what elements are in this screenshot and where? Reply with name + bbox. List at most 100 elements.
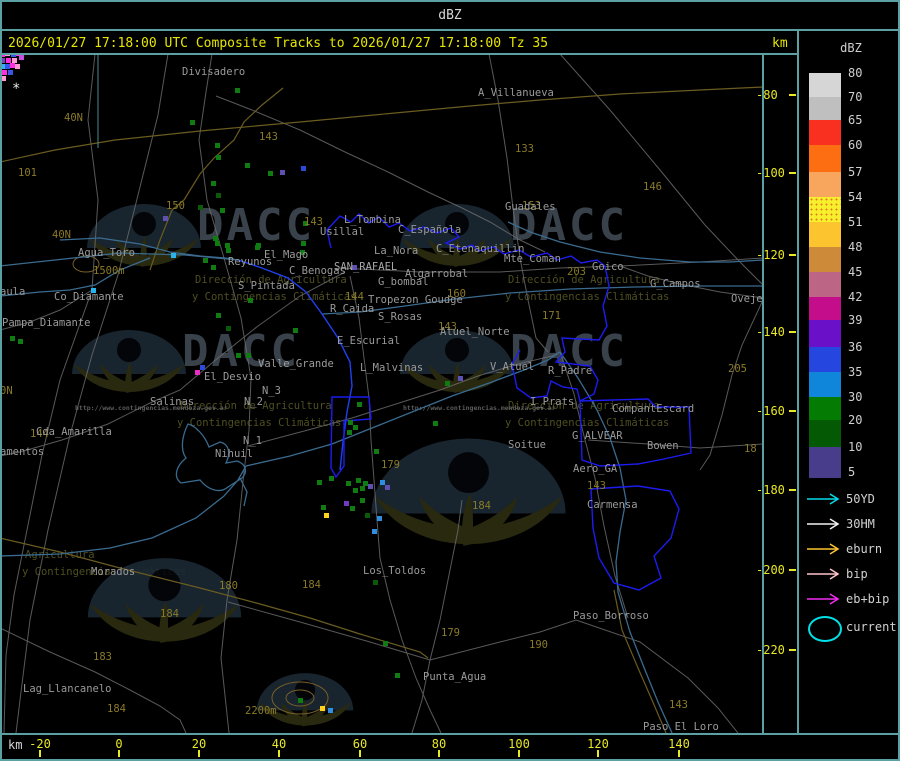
place-label: Reyunos [228, 256, 273, 268]
right-axis-tick-label: -180 [756, 483, 785, 497]
road-number-label: 184 [302, 579, 321, 591]
bottom-axis-tick-label: 20 [191, 737, 207, 751]
road-number-label: 144 [345, 291, 364, 303]
place-label: N_1 [243, 435, 262, 447]
scale-value-label: 70 [848, 90, 863, 104]
place-label: Lag_Llancanelo [23, 683, 112, 695]
radar-echo [377, 516, 382, 521]
radar-site-marker: * [12, 81, 21, 97]
radar-echo [433, 421, 438, 426]
scale-value-label: 36 [848, 340, 863, 354]
road-number-label: 133 [515, 143, 534, 155]
bottom-axis-tick [518, 750, 520, 757]
current-cell-ellipse-icon [808, 616, 842, 642]
bottom-axis-tick-label: 100 [508, 737, 530, 751]
scale-block [809, 97, 841, 120]
radar-echo [236, 353, 241, 358]
right-axis-tick-label: -120 [756, 248, 785, 262]
scale-block [809, 145, 841, 172]
bottom-axis-tick [198, 750, 200, 757]
scale-block [809, 297, 841, 320]
header-separator [0, 53, 797, 55]
radar-echo [15, 64, 20, 69]
radar-echo [203, 258, 208, 263]
road-number-label: 101 [18, 167, 37, 179]
radar-echo [216, 193, 221, 198]
right-axis-tick-label: -200 [756, 563, 785, 577]
place-label: Nihuil [215, 448, 253, 460]
right-axis-tick [789, 331, 796, 333]
track-arrow-icon [806, 543, 844, 555]
road-number-label: 18 [744, 443, 757, 455]
right-axis-tick-label: -100 [756, 166, 785, 180]
radar-echo [255, 245, 260, 250]
radar-echo [317, 480, 322, 485]
bottom-axis-tick-label: 60 [352, 737, 368, 751]
road-number-label: 146 [643, 181, 662, 193]
road-number-label: 0N [2, 385, 13, 397]
road-number-label: 184 [160, 608, 179, 620]
place-label: Los_Toldos [363, 565, 427, 577]
road-number-label: 40N [52, 229, 71, 241]
place-label: Agua_Toro [78, 247, 135, 259]
legend-item-label: bip [846, 567, 868, 581]
bottom-axis-tick-label: 80 [431, 737, 447, 751]
radar-echo [198, 205, 203, 210]
scale-value-label: 57 [848, 165, 863, 179]
place-label: G_ALVEAR [572, 430, 623, 442]
bottom-axis-tick-label: 0 [115, 737, 123, 751]
road-number-label: 150 [166, 200, 185, 212]
right-axis-tick-label: -80 [756, 88, 778, 102]
radar-echo [328, 708, 333, 713]
bottom-axis-tick-label: -20 [29, 737, 51, 751]
radar-echo [360, 486, 365, 491]
place-label: C_Española [398, 224, 462, 236]
panel-divider [797, 30, 799, 733]
place-label: Co_Diamante [54, 291, 124, 303]
bottom-axis-unit: km [8, 738, 23, 752]
bottom-axis-tick-label: 40 [271, 737, 287, 751]
place-label: Valle_Grande [258, 358, 334, 370]
place-label: Salinas [150, 396, 195, 408]
road-number-label: 184 [472, 500, 491, 512]
place-label: L_Tombina [344, 214, 401, 226]
place-label: Atuel_Norte [440, 326, 510, 338]
legend-item-label: current [846, 620, 897, 634]
place-label: R_Caida [330, 303, 375, 315]
road-number-label: 143 [587, 480, 606, 492]
road-number-label: 183 [93, 651, 112, 663]
right-axis-tick [789, 649, 796, 651]
road-number-label: 205 [728, 363, 747, 375]
radar-echo [19, 55, 24, 60]
radar-echo [353, 425, 358, 430]
place-label: El_Desvio [204, 371, 261, 383]
place-label: Mte_Coman [504, 253, 561, 265]
map-canvas[interactable]: DACC Dirección de Agricultura y Contingenc… [2, 54, 763, 733]
road-network-gray [2, 54, 763, 733]
place-label: Soitue [508, 439, 546, 451]
scale-value-label: 20 [848, 413, 863, 427]
track-arrow-icon [806, 518, 844, 530]
radar-echo [280, 170, 285, 175]
radar-echo [344, 501, 349, 506]
scale-block [809, 172, 841, 197]
scale-value-label: 80 [848, 66, 863, 80]
legend-item-label: 30HM [846, 517, 875, 531]
scale-value-label: 48 [848, 240, 863, 254]
radar-echo [2, 70, 7, 75]
scale-block [809, 247, 841, 272]
place-label: A_Villanueva [478, 87, 554, 99]
place-label: Pampa_Diamante [2, 317, 91, 329]
right-axis-tick [789, 410, 796, 412]
radar-echo [216, 155, 221, 160]
place-label: N_2 [244, 396, 263, 408]
map-vector-layer [2, 54, 763, 733]
radar-echo [235, 88, 240, 93]
track-arrow-icon [806, 593, 844, 605]
scale-value-label: 60 [848, 138, 863, 152]
place-label: Morados [91, 566, 136, 578]
scale-value-label: 42 [848, 290, 863, 304]
radar-echo [385, 485, 390, 490]
road-number-label: 184 [107, 703, 126, 715]
radar-echo [368, 484, 373, 489]
